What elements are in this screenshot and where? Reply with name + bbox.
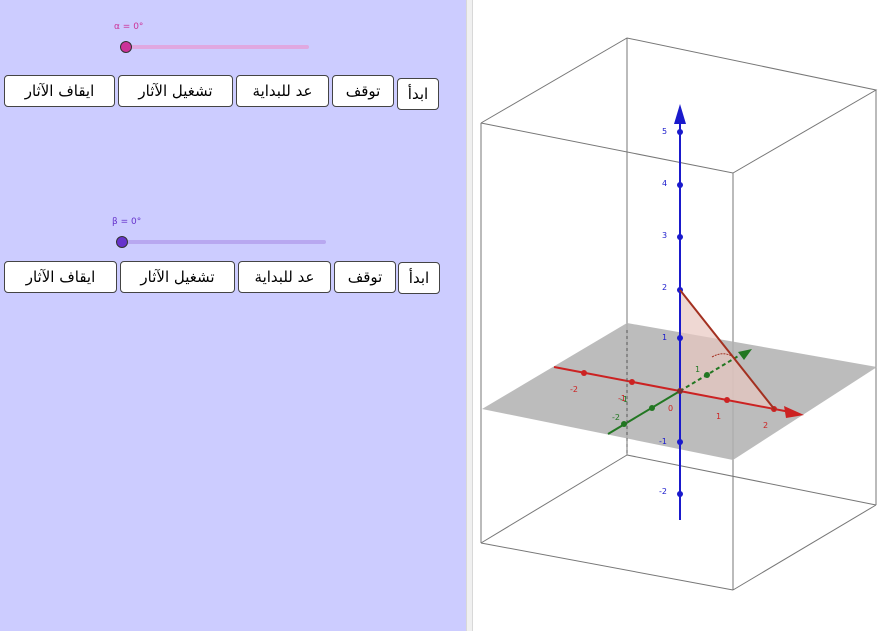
z-tick-label: 3 (662, 231, 667, 240)
reset-button[interactable]: عد للبداية (236, 75, 329, 107)
graphics-3d-view[interactable]: -2 -1 1 2 -2 -1 1 5 4 3 2 1 -1 -2 0 (473, 0, 888, 631)
reset-button-2[interactable]: عد للبداية (238, 261, 331, 293)
origin-point[interactable] (677, 388, 683, 394)
alpha-slider-knob[interactable] (120, 41, 132, 53)
trace-off-button[interactable]: ايقاف الآثار (4, 75, 115, 107)
z-axis[interactable] (626, 104, 686, 520)
x-tick-label: 1 (716, 412, 721, 421)
start-button-2[interactable]: ابدأ (398, 262, 440, 294)
y-tick-label: -2 (612, 413, 620, 422)
panel-divider[interactable] (466, 0, 473, 631)
x-tick-label: -2 (570, 385, 578, 394)
z-tick-label: 5 (662, 127, 667, 136)
alpha-slider-label: α = 0° (114, 22, 144, 32)
beta-slider-track[interactable] (122, 240, 326, 244)
z-tick-label: 4 (662, 179, 667, 188)
algebra-controls-panel: α = 0° ابدأ توقف عد للبداية تشغيل الآثار… (0, 0, 466, 631)
beta-slider[interactable]: β = 0° (108, 217, 338, 248)
trace-on-button-2[interactable]: تشغيل الآثار (120, 261, 235, 293)
z-tick-label: -2 (659, 487, 667, 496)
y-tick-label: 1 (695, 365, 700, 374)
trace-off-button-2[interactable]: ايقاف الآثار (4, 261, 117, 293)
pause-button[interactable]: توقف (332, 75, 394, 107)
beta-slider-label: β = 0° (112, 217, 142, 227)
start-button[interactable]: ابدأ (397, 78, 439, 110)
z-tick-label: 2 (662, 283, 667, 292)
trace-on-button[interactable]: تشغيل الآثار (118, 75, 233, 107)
x-tick-label: 2 (763, 421, 768, 430)
pause-button-2[interactable]: توقف (334, 261, 396, 293)
z-tick-label: -1 (659, 437, 667, 446)
z-axis-tick-labels: 5 4 3 2 1 -1 -2 (659, 127, 667, 496)
3d-scene[interactable]: -2 -1 1 2 -2 -1 1 5 4 3 2 1 -1 -2 0 (473, 0, 888, 631)
origin-label: 0 (668, 404, 673, 413)
beta-slider-knob[interactable] (116, 236, 128, 248)
alpha-slider[interactable]: α = 0° (110, 22, 320, 53)
alpha-slider-track[interactable] (124, 45, 309, 49)
z-tick-label: 1 (662, 333, 667, 342)
